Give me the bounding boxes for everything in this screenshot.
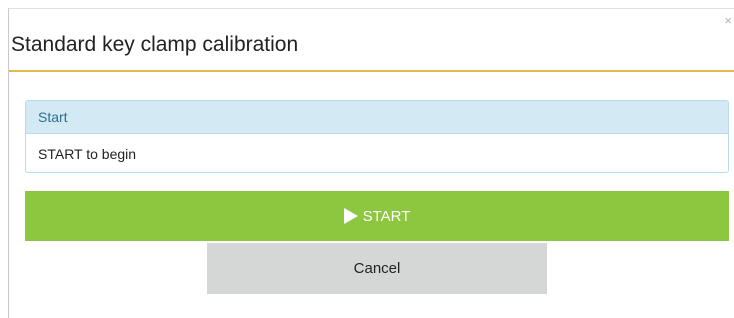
dialog-header: Standard key clamp calibration — [9, 9, 734, 72]
start-button-label: START — [362, 207, 411, 225]
start-button[interactable]: START — [25, 191, 729, 241]
cancel-button[interactable]: Cancel — [207, 243, 547, 294]
play-icon — [343, 208, 358, 224]
panel-body: START to begin — [38, 146, 137, 162]
status-panel: Start START to begin — [25, 100, 729, 173]
panel-heading: Start — [26, 101, 728, 134]
calibration-dialog: × Standard key clamp calibration Start S… — [8, 8, 734, 318]
dialog-title: Standard key clamp calibration — [11, 33, 299, 56]
